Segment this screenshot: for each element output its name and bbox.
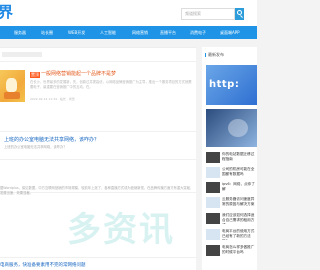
post-thumbnail[interactable]: [0, 70, 25, 102]
list-item[interactable]: 云服务器访问速度异常的原因与解决方案: [206, 197, 257, 208]
list-item[interactable]: 电商怎么样多做推广的时候平台吗: [206, 245, 257, 256]
item-thumbnail: [206, 182, 220, 193]
divider: [0, 61, 196, 62]
list-item[interactable]: 我们应该如何选择适合自己需求的租用方式: [206, 213, 257, 224]
section-header: [2, 52, 42, 57]
list-item[interactable]: 公司的机房可能在全国都有数据吗: [206, 167, 257, 178]
banner-text: http:: [209, 79, 240, 90]
post-meta: 2022-02-12 11:34 · 站长 · 浏览: [30, 97, 75, 101]
search-input[interactable]: 频道搜索: [181, 8, 235, 20]
post-excerpt: 据Wordplus，保见数据，中方互联网营销的市场规模，较前年上涨了，各种直播方…: [0, 186, 194, 195]
nav-item-webmaster[interactable]: 站长圈: [41, 26, 53, 39]
divider: [0, 131, 196, 132]
item-title[interactable]: 云服务器访问速度异常的原因与解决方案: [222, 197, 257, 208]
featured-image[interactable]: [206, 109, 257, 147]
sidebar: 最新发布 http: 你的电站数据迁移过程指南 公司的机房可能在全国都有数据吗 …: [202, 47, 257, 270]
post-excerpt: 上班的办公室电脑无法共享网络，该咋办？: [4, 145, 67, 149]
post-title[interactable]: 电商服务，快准备要素用不完的常网络问题: [0, 262, 86, 268]
divider: [0, 47, 196, 48]
item-thumbnail: [206, 213, 220, 224]
list-item[interactable]: 你的电站数据迁移过程指南: [206, 152, 257, 163]
nav-item-web-dev[interactable]: WEB开发: [68, 26, 85, 39]
heading-marker: [205, 53, 206, 57]
post-excerpt-text: 在长沙，世界最多的发展新，先，创新过并提高优，以网络品牌营销推广为主导，推出一个…: [30, 80, 192, 89]
post-title[interactable]: 上班的办公室电脑无法共享网络，该咋办？: [4, 137, 99, 144]
item-thumbnail: [206, 197, 220, 208]
main-nav: 服务器 站长圈 WEB开发 人工智能 网络营销 直播平台 消费电子 桌面端APP: [0, 26, 257, 39]
nav-item-live[interactable]: 直播平台: [160, 26, 176, 39]
nav-item-electronics[interactable]: 消费电子: [190, 26, 206, 39]
header: 界 频道搜索: [0, 0, 257, 26]
nav-item-server[interactable]: 服务器: [14, 26, 26, 39]
site-logo[interactable]: 界: [0, 1, 13, 23]
divider: [0, 159, 196, 160]
watermark: 多资讯: [67, 210, 175, 250]
item-title[interactable]: 我们应该如何选择适合自己需求的租用方式: [222, 213, 257, 224]
nav-item-ai[interactable]: 人工智能: [100, 26, 116, 39]
item-title[interactable]: 你的电站数据迁移过程指南: [222, 152, 257, 163]
item-title[interactable]: 电商怎么样多做推广的时候平台吗: [222, 245, 257, 256]
item-thumbnail: [206, 229, 220, 240]
search-button[interactable]: [235, 8, 244, 20]
pinned-badge: 置顶: [30, 72, 40, 78]
featured-image[interactable]: http:: [206, 65, 257, 105]
nav-item-marketing[interactable]: 网络营销: [132, 26, 148, 39]
item-title[interactable]: 电商平台的使用方式已经有了新的方法吗？: [222, 229, 257, 240]
post-excerpt: 在长沙，世界最多的发展新，先，创新过并提高优，以网络品牌营销推广为主导，推出一个…: [30, 80, 192, 95]
item-thumbnail: [206, 167, 220, 178]
list-item[interactable]: ipv6：网络，点你了解: [206, 182, 257, 193]
post-title[interactable]: 一般网络营销能起一个品牌不是梦: [41, 71, 116, 78]
item-title[interactable]: 公司的机房可能在全国都有数据吗: [222, 167, 257, 178]
item-thumbnail: [206, 152, 220, 163]
item-title[interactable]: ipv6：网络，点你了解: [222, 182, 257, 193]
item-thumbnail: [206, 245, 220, 256]
list-item[interactable]: 电商平台的使用方式已经有了新的方法吗？: [206, 229, 257, 240]
nav-item-desktop-app[interactable]: 桌面端APP: [220, 26, 240, 39]
sidebar-heading: 最新发布: [208, 52, 224, 57]
divider: [0, 257, 196, 258]
